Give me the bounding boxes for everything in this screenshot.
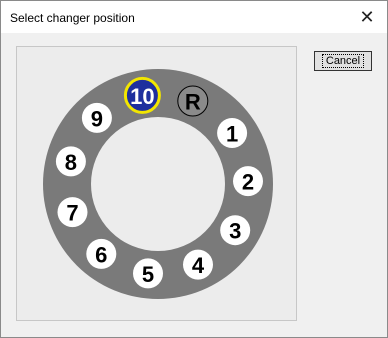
changer-ring-center — [91, 117, 225, 251]
changer-position-marker — [233, 166, 263, 197]
changer-position-6[interactable]: 6 — [86, 238, 117, 269]
changer-position-9[interactable]: 9 — [81, 102, 112, 133]
changer-position-marker — [220, 215, 251, 246]
changer-position-2[interactable]: 2 — [233, 166, 263, 197]
changer-position-7[interactable]: 7 — [57, 197, 88, 228]
changer-position-10[interactable]: 10 — [123, 76, 161, 114]
changer-dialog: Select changer position ✕ Cancel 10 R 1 2 3 4… — [0, 0, 388, 338]
changer-position-1[interactable]: 1 — [217, 118, 248, 148]
changer-position-3[interactable]: 3 — [220, 215, 251, 246]
changer-position-marker — [57, 197, 88, 228]
changer-position-marker — [217, 118, 248, 148]
changer-position-marker — [81, 102, 112, 133]
changer-position-marker — [86, 238, 117, 269]
changer-position-marker — [177, 85, 209, 117]
changer-position-marker — [133, 258, 163, 289]
changer-position-5[interactable]: 5 — [133, 258, 163, 289]
changer-position-marker — [55, 146, 86, 177]
changer-position-4[interactable]: 4 — [183, 249, 213, 280]
changer-wheel: 10 R1 2 3456 7 8 9 — [43, 69, 273, 299]
changer-position-marker — [123, 76, 161, 114]
changer-position-marker — [183, 249, 213, 280]
changer-position-8[interactable]: 8 — [55, 146, 86, 177]
changer-position-r[interactable]: R — [177, 85, 209, 117]
